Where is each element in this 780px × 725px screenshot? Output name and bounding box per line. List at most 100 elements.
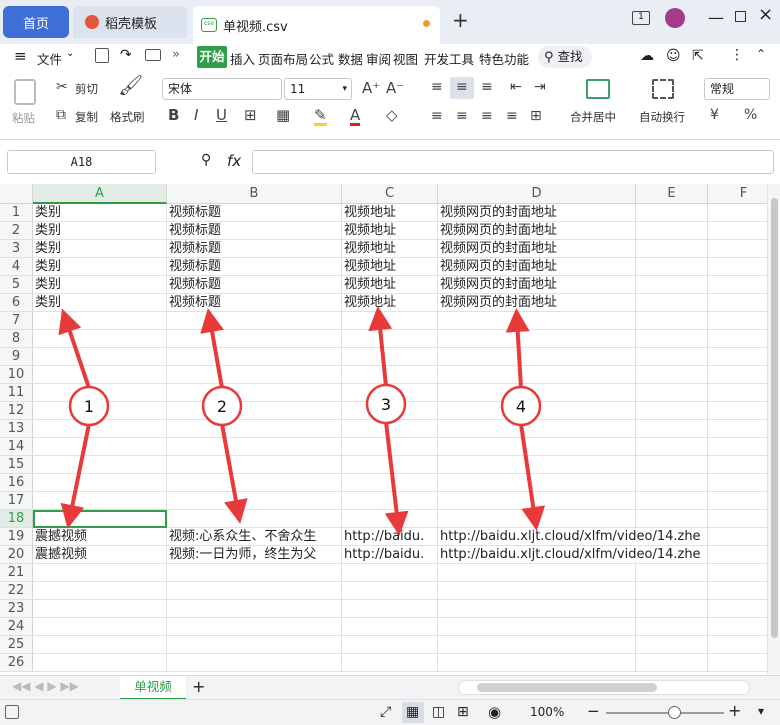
format-painter-icon[interactable]: 🖌 xyxy=(118,75,143,95)
align-middle-icon[interactable]: ≡ xyxy=(456,79,468,95)
font-color-icon[interactable]: A xyxy=(350,107,361,126)
menu-page-layout[interactable]: 页面布局 xyxy=(256,49,310,68)
page-break-icon[interactable]: ⊞ xyxy=(457,704,469,720)
page-view-icon[interactable]: ◫ xyxy=(432,704,445,720)
save-icon[interactable] xyxy=(95,48,109,63)
zoom-out-icon[interactable]: − xyxy=(587,702,600,720)
sheet-tab-active[interactable]: 单视频 xyxy=(120,676,186,700)
paste-icon[interactable] xyxy=(14,79,36,105)
annotation-number: 4 xyxy=(516,397,526,416)
menu-start[interactable]: 开始 xyxy=(197,46,227,68)
new-tab-button[interactable]: + xyxy=(452,8,469,32)
cloud-icon[interactable]: ☁ xyxy=(640,48,654,64)
annotation-arrow-up xyxy=(505,308,530,389)
merge-center-label[interactable]: 合并居中 xyxy=(570,109,616,125)
share-icon[interactable]: ↷ xyxy=(120,47,132,63)
annotation-number: 1 xyxy=(84,397,94,416)
font-name-value: 宋体 xyxy=(168,82,193,96)
cut-icon[interactable]: ✂ xyxy=(56,79,68,95)
zoom-slider[interactable] xyxy=(606,712,724,714)
formula-bar: A18 ⚲ fx xyxy=(0,147,780,179)
fx-icon[interactable]: fx xyxy=(227,152,241,170)
distribute-icon[interactable]: ⊞ xyxy=(530,108,542,124)
copy-icon[interactable]: ⧉ xyxy=(56,107,66,123)
menu-features[interactable]: 特色功能 xyxy=(477,49,531,68)
minimize-icon[interactable]: — xyxy=(708,8,724,27)
status-bar: ⤢ ▦ ◫ ⊞ ◉ 100% − + ▾ xyxy=(0,699,780,725)
align-right-icon[interactable]: ≡ xyxy=(481,108,493,124)
wrap-text-icon[interactable] xyxy=(652,79,674,99)
grid-view-icon[interactable]: ▦ xyxy=(406,704,419,720)
percent-icon[interactable]: % xyxy=(744,107,757,123)
horizontal-scroll-thumb[interactable] xyxy=(477,683,657,692)
sheet-nav-arrows[interactable]: ◀◀ ◀ ▶ ▶▶ xyxy=(12,679,79,693)
format-painter-label[interactable]: 格式刷 xyxy=(110,109,145,125)
tab-templates[interactable]: 稻壳模板 xyxy=(73,6,187,38)
horizontal-scrollbar[interactable] xyxy=(458,680,750,695)
print-icon[interactable] xyxy=(145,49,161,61)
zoom-slider-thumb[interactable] xyxy=(668,706,681,719)
eye-protection-icon[interactable]: ◉ xyxy=(488,703,501,721)
hamburger-icon[interactable]: ≡ xyxy=(14,47,27,65)
more-arrows-icon[interactable]: » xyxy=(172,47,180,62)
annotation-arrow-up xyxy=(368,306,393,387)
align-left-icon[interactable]: ≡ xyxy=(431,108,443,124)
merge-center-icon[interactable] xyxy=(586,79,610,99)
indent-decrease-icon[interactable]: ⇤ xyxy=(510,79,522,95)
maximize-icon[interactable] xyxy=(735,11,746,22)
menu-formulas[interactable]: 公式 xyxy=(307,49,336,68)
tab-file[interactable]: csv 单视频.csv xyxy=(193,6,440,44)
formula-input[interactable] xyxy=(252,150,774,174)
align-bottom-icon[interactable]: ≡ xyxy=(481,79,493,95)
add-sheet-button[interactable]: + xyxy=(192,677,205,696)
font-name-select[interactable]: 宋体 xyxy=(162,78,282,100)
tab-home[interactable]: 首页 xyxy=(3,6,69,38)
copy-label[interactable]: 复制 xyxy=(75,109,98,125)
zoom-in-icon[interactable]: + xyxy=(728,701,741,720)
font-size-select[interactable]: 11 ▾ xyxy=(284,78,352,100)
close-icon[interactable]: × xyxy=(758,4,773,25)
export-icon[interactable]: ⇱ xyxy=(692,48,704,64)
fullscreen-icon[interactable]: ⤢ xyxy=(380,704,391,720)
italic-icon[interactable]: I xyxy=(194,107,198,123)
bold-icon[interactable]: B xyxy=(168,107,179,123)
zoom-formula-icon[interactable]: ⚲ xyxy=(201,152,211,168)
menu-review[interactable]: 审阅 xyxy=(364,49,393,68)
fill-color-icon[interactable]: ✎ xyxy=(314,107,327,126)
status-more-icon[interactable]: ▾ xyxy=(758,704,764,718)
increase-font-icon[interactable]: A⁺ xyxy=(362,80,380,96)
wrap-text-label[interactable]: 自动换行 xyxy=(639,109,685,125)
annotation-layer: 1 2 3 4 xyxy=(58,306,546,536)
macro-icon[interactable] xyxy=(5,705,19,719)
align-center-icon[interactable]: ≡ xyxy=(456,108,468,124)
indent-increase-icon[interactable]: ⇥ xyxy=(534,79,546,95)
annotation-number: 3 xyxy=(381,395,391,414)
menu-data[interactable]: 数据 xyxy=(336,49,365,68)
window-count: 1 xyxy=(638,12,644,22)
sheet-tab-label: 单视频 xyxy=(134,679,172,694)
menu-file[interactable]: 文件 xyxy=(35,49,64,68)
fill-style-icon[interactable]: ▦ xyxy=(276,107,290,123)
menu-view[interactable]: 视图 xyxy=(391,49,420,68)
number-format-select[interactable]: 常规 xyxy=(704,78,770,100)
name-box[interactable]: A18 xyxy=(7,150,156,174)
collapse-icon[interactable]: ⌃ xyxy=(756,47,766,61)
decrease-font-icon[interactable]: A⁻ xyxy=(386,80,404,96)
avatar[interactable] xyxy=(665,8,685,28)
currency-icon[interactable]: ¥ xyxy=(710,107,719,123)
cut-label[interactable]: 剪切 xyxy=(75,81,98,97)
collaborate-icon[interactable]: ☺ xyxy=(666,48,681,64)
window-count-icon[interactable]: 1 xyxy=(632,11,650,25)
tab-file-label: 单视频.csv xyxy=(223,19,288,35)
annotation-arrow-down xyxy=(384,421,409,536)
underline-icon[interactable]: U xyxy=(216,107,227,123)
zoom-level[interactable]: 100% xyxy=(530,705,564,719)
borders-icon[interactable]: ⊞ xyxy=(244,107,257,123)
justify-icon[interactable]: ≡ xyxy=(506,108,518,124)
clear-icon[interactable]: ◇ xyxy=(386,107,398,123)
align-top-icon[interactable]: ≡ xyxy=(431,79,443,95)
search-box[interactable]: ⚲ 查找 xyxy=(538,46,592,68)
more-icon[interactable]: ⋮ xyxy=(730,47,744,63)
menu-insert[interactable]: 插入 xyxy=(228,49,257,68)
menu-developer[interactable]: 开发工具 xyxy=(422,49,476,68)
